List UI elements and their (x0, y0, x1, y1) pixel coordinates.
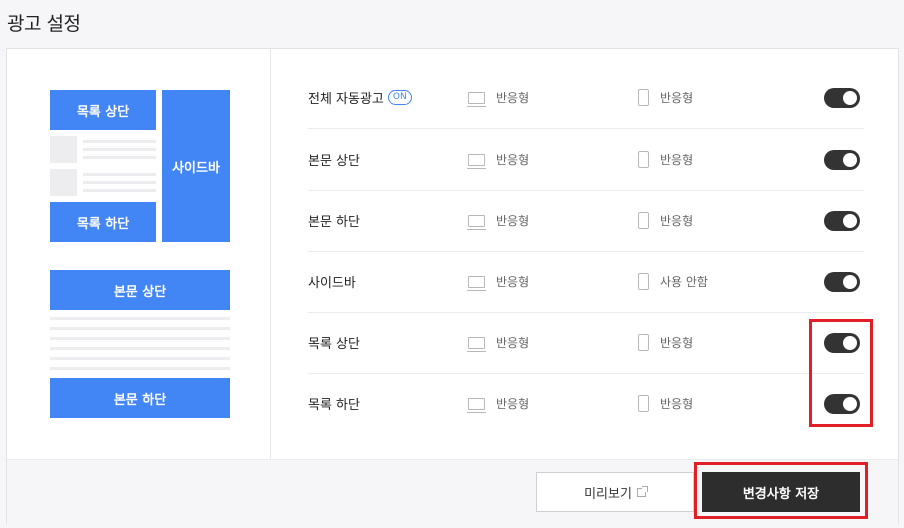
toggle-sidebar[interactable] (824, 271, 860, 292)
monitor-icon (467, 275, 486, 291)
preview-body-line (50, 347, 230, 350)
preview-list-thumb (50, 169, 77, 196)
preview-body-line (50, 337, 230, 340)
preview-list-line (83, 156, 156, 159)
row-label: 목록 하단 (308, 398, 360, 413)
page-title: 광고 설정 (7, 13, 81, 35)
mobile-setting[interactable]: 반응형 (638, 334, 693, 351)
preview-body-line (50, 317, 230, 320)
preview-sidebar: 사이드바 (162, 90, 230, 242)
preview-body-bottom: 본문 하단 (50, 378, 230, 418)
pc-setting[interactable]: 반응형 (467, 151, 530, 169)
toggle-knob (843, 274, 857, 289)
phone-icon (638, 334, 649, 351)
monitor-icon (467, 336, 486, 352)
preview-list-line (83, 189, 156, 192)
phone-icon (638, 273, 649, 290)
row-label: 본문 하단 (308, 215, 360, 230)
pc-setting[interactable]: 반응형 (467, 89, 530, 107)
ad-row-body-top: 본문 상단 반응형 반응형 (308, 129, 864, 190)
preview-button-label: 미리보기 (584, 486, 632, 502)
mobile-setting-value: 반응형 (660, 153, 694, 167)
pc-setting[interactable]: 반응형 (467, 334, 530, 352)
ad-row-body-bottom: 본문 하단 반응형 반응형 (308, 190, 864, 251)
row-label: 본문 상단 (308, 154, 360, 169)
row-label: 전체 자동광고 ON (308, 88, 412, 107)
mobile-setting[interactable]: 반응형 (638, 89, 693, 106)
ad-settings-panel: 목록 상단 사이드바 목록 하단 본문 상단 본문 하단 전체 자동광고 ON … (6, 48, 899, 524)
pc-setting-value: 반응형 (496, 275, 530, 289)
pc-setting[interactable]: 반응형 (467, 212, 530, 230)
pc-setting[interactable]: 반응형 (467, 273, 530, 291)
monitor-icon (467, 397, 486, 413)
ad-row-list-bottom: 목록 하단 반응형 반응형 (308, 373, 864, 434)
mobile-setting-value: 반응형 (660, 214, 694, 228)
preview-body-line (50, 327, 230, 330)
preview-body-line (50, 367, 230, 370)
preview-body-line (50, 357, 230, 360)
preview-list-line (83, 140, 156, 143)
pc-setting[interactable]: 반응형 (467, 395, 530, 413)
pc-setting-value: 반응형 (496, 397, 530, 411)
pc-setting-value: 반응형 (496, 153, 530, 167)
phone-icon (638, 212, 649, 229)
mobile-setting-value: 사용 안함 (660, 275, 708, 289)
preview-list-top: 목록 상단 (50, 90, 156, 130)
mobile-setting-value: 반응형 (660, 91, 694, 105)
toggle-body-top[interactable] (824, 149, 860, 170)
ad-row-sidebar: 사이드바 반응형 사용 안함 (308, 251, 864, 312)
mobile-setting-value: 반응형 (660, 336, 694, 350)
monitor-icon (467, 91, 486, 107)
mobile-setting[interactable]: 반응형 (638, 212, 693, 229)
pc-setting-value: 반응형 (496, 336, 530, 350)
row-label: 사이드바 (308, 276, 356, 291)
on-badge: ON (387, 90, 412, 105)
preview-list-thumb (50, 136, 77, 163)
pc-setting-value: 반응형 (496, 91, 530, 105)
toggle-knob (843, 90, 857, 105)
monitor-icon (467, 214, 486, 230)
monitor-icon (467, 153, 486, 169)
preview-body-top: 본문 상단 (50, 270, 230, 310)
ad-layout-preview: 목록 상단 사이드바 목록 하단 본문 상단 본문 하단 (7, 49, 271, 459)
phone-icon (638, 395, 649, 412)
row-label-text: 전체 자동광고 (308, 92, 384, 107)
toggle-auto-ad[interactable] (824, 87, 860, 108)
ad-row-list-top: 목록 상단 반응형 반응형 (308, 312, 864, 373)
ad-row-auto: 전체 자동광고 ON 반응형 반응형 (308, 67, 864, 128)
preview-list-line (83, 181, 156, 184)
toggle-body-bottom[interactable] (824, 210, 860, 231)
preview-list-line (83, 173, 156, 176)
phone-icon (638, 89, 649, 106)
mobile-setting[interactable]: 반응형 (638, 151, 693, 168)
preview-button[interactable]: 미리보기 (536, 472, 694, 512)
external-link-icon (636, 485, 648, 497)
mobile-setting-value: 반응형 (660, 397, 694, 411)
preview-list-bottom: 목록 하단 (50, 202, 156, 242)
mobile-setting[interactable]: 사용 안함 (638, 273, 708, 290)
highlight-box-save (694, 462, 868, 519)
phone-icon (638, 151, 649, 168)
row-label: 목록 상단 (308, 337, 360, 352)
toggle-knob (843, 152, 857, 167)
pc-setting-value: 반응형 (496, 214, 530, 228)
toggle-knob (843, 213, 857, 228)
mobile-setting[interactable]: 반응형 (638, 395, 693, 412)
preview-list-line (83, 148, 156, 151)
highlight-box-toggles (809, 319, 873, 427)
